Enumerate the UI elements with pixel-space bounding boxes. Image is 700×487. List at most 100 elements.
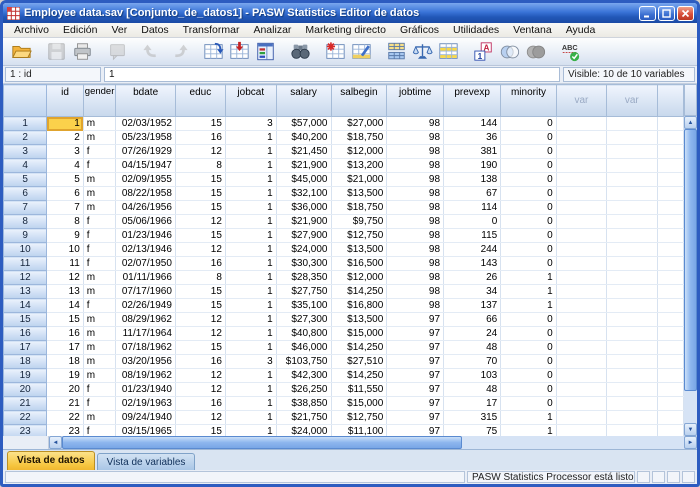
cell-salbegin-20[interactable]: $11,550 xyxy=(331,383,387,397)
tab-data-view[interactable]: Vista de datos xyxy=(7,451,95,470)
cell-var2-2[interactable] xyxy=(607,131,657,145)
scroll-down-button[interactable]: ▼ xyxy=(684,423,697,436)
cell-id-12[interactable]: 12 xyxy=(47,271,84,285)
cell-educ-4[interactable]: 8 xyxy=(175,159,225,173)
spell-check-button[interactable]: ABC xyxy=(557,40,583,64)
cell-educ-23[interactable]: 15 xyxy=(175,425,225,437)
column-header-var2[interactable]: var xyxy=(607,85,657,117)
cell-jobcat-14[interactable]: 1 xyxy=(225,299,276,313)
cell-salary-18[interactable]: $103,750 xyxy=(276,355,331,369)
column-header-bdate[interactable]: bdate xyxy=(116,85,176,117)
cell-minority-22[interactable]: 1 xyxy=(501,411,556,425)
cell-gender-2[interactable]: m xyxy=(83,131,116,145)
cell-var2-21[interactable] xyxy=(607,397,657,411)
vertical-scroll-track[interactable] xyxy=(684,391,697,423)
cell-prevexp-18[interactable]: 70 xyxy=(444,355,501,369)
cell-salary-12[interactable]: $28,350 xyxy=(276,271,331,285)
cell-id-11[interactable]: 11 xyxy=(47,257,84,271)
cell-gender-5[interactable]: m xyxy=(83,173,116,187)
cell-gender-1[interactable]: m xyxy=(83,117,116,131)
row-header[interactable]: 18 xyxy=(4,355,47,369)
row-header[interactable]: 21 xyxy=(4,397,47,411)
cell-prevexp-4[interactable]: 190 xyxy=(444,159,501,173)
cell-salary-1[interactable]: $57,000 xyxy=(276,117,331,131)
print-button[interactable] xyxy=(69,40,95,64)
column-header-minority[interactable]: minority xyxy=(501,85,556,117)
cell-salbegin-23[interactable]: $11,100 xyxy=(331,425,387,437)
cell-jobtime-17[interactable]: 97 xyxy=(387,341,444,355)
cell-gender-10[interactable]: f xyxy=(83,243,116,257)
cell-salbegin-15[interactable]: $13,500 xyxy=(331,313,387,327)
row-header[interactable]: 6 xyxy=(4,187,47,201)
cell-jobtime-8[interactable]: 98 xyxy=(387,215,444,229)
cell-gender-13[interactable]: m xyxy=(83,285,116,299)
cell-salbegin-1[interactable]: $27,000 xyxy=(331,117,387,131)
cell-jobtime-12[interactable]: 98 xyxy=(387,271,444,285)
save-button[interactable] xyxy=(43,40,69,64)
cell-var2-12[interactable] xyxy=(607,271,657,285)
cell-var2-18[interactable] xyxy=(607,355,657,369)
cell-educ-7[interactable]: 15 xyxy=(175,201,225,215)
cell-minority-10[interactable]: 0 xyxy=(501,243,556,257)
cell-salbegin-17[interactable]: $14,250 xyxy=(331,341,387,355)
vertical-scroll-thumb[interactable] xyxy=(684,129,697,391)
cell-bdate-23[interactable]: 03/15/1965 xyxy=(116,425,176,437)
scroll-up-button[interactable]: ▲ xyxy=(684,116,697,129)
cell-jobcat-9[interactable]: 1 xyxy=(225,229,276,243)
cell-educ-16[interactable]: 12 xyxy=(175,327,225,341)
cell-id-3[interactable]: 3 xyxy=(47,145,84,159)
cell-jobtime-2[interactable]: 98 xyxy=(387,131,444,145)
row-header[interactable]: 16 xyxy=(4,327,47,341)
cell-salary-13[interactable]: $27,750 xyxy=(276,285,331,299)
cell-gender-9[interactable]: f xyxy=(83,229,116,243)
cell-prevexp-3[interactable]: 381 xyxy=(444,145,501,159)
cell-salbegin-4[interactable]: $13,200 xyxy=(331,159,387,173)
cell-var2-20[interactable] xyxy=(607,383,657,397)
cell-jobcat-5[interactable]: 1 xyxy=(225,173,276,187)
cell-var1-18[interactable] xyxy=(556,355,606,369)
insert-variable-button[interactable] xyxy=(348,40,374,64)
cell-var1-20[interactable] xyxy=(556,383,606,397)
cell-salbegin-6[interactable]: $13,500 xyxy=(331,187,387,201)
cell-educ-6[interactable]: 15 xyxy=(175,187,225,201)
cell-jobcat-18[interactable]: 3 xyxy=(225,355,276,369)
cell-prevexp-19[interactable]: 103 xyxy=(444,369,501,383)
cell-jobtime-14[interactable]: 98 xyxy=(387,299,444,313)
column-header-salary[interactable]: salary xyxy=(276,85,331,117)
cell-jobcat-8[interactable]: 1 xyxy=(225,215,276,229)
cell-var2-14[interactable] xyxy=(607,299,657,313)
cell-id-17[interactable]: 17 xyxy=(47,341,84,355)
cell-id-2[interactable]: 2 xyxy=(47,131,84,145)
scroll-right-button[interactable]: ► xyxy=(684,436,697,449)
cell-educ-13[interactable]: 15 xyxy=(175,285,225,299)
row-header[interactable]: 12 xyxy=(4,271,47,285)
cell-minority-21[interactable]: 0 xyxy=(501,397,556,411)
row-header[interactable]: 3 xyxy=(4,145,47,159)
cell-var1-1[interactable] xyxy=(556,117,606,131)
cell-id-20[interactable]: 20 xyxy=(47,383,84,397)
cell-var2-1[interactable] xyxy=(607,117,657,131)
cell-minority-12[interactable]: 1 xyxy=(501,271,556,285)
cell-educ-18[interactable]: 16 xyxy=(175,355,225,369)
cell-bdate-5[interactable]: 02/09/1955 xyxy=(116,173,176,187)
cell-bdate-13[interactable]: 07/17/1960 xyxy=(116,285,176,299)
menu-transformar[interactable]: Transformar xyxy=(176,23,247,38)
cell-gender-6[interactable]: m xyxy=(83,187,116,201)
menu-edici-n[interactable]: Edición xyxy=(56,23,104,38)
cell-var1-7[interactable] xyxy=(556,201,606,215)
cell-jobcat-7[interactable]: 1 xyxy=(225,201,276,215)
redo-button[interactable] xyxy=(165,40,191,64)
cell-var1-5[interactable] xyxy=(556,173,606,187)
cell-prevexp-5[interactable]: 138 xyxy=(444,173,501,187)
cell-salbegin-16[interactable]: $15,000 xyxy=(331,327,387,341)
cell-jobcat-22[interactable]: 1 xyxy=(225,411,276,425)
cell-salbegin-7[interactable]: $18,750 xyxy=(331,201,387,215)
cell-prevexp-17[interactable]: 48 xyxy=(444,341,501,355)
undo-button[interactable] xyxy=(139,40,165,64)
vertical-scrollbar[interactable]: ▲ ▼ xyxy=(684,84,697,436)
cell-jobcat-12[interactable]: 1 xyxy=(225,271,276,285)
cell-minority-9[interactable]: 0 xyxy=(501,229,556,243)
cell-jobtime-1[interactable]: 98 xyxy=(387,117,444,131)
cell-minority-20[interactable]: 0 xyxy=(501,383,556,397)
title-bar[interactable]: Employee data.sav [Conjunto_de_datos1] -… xyxy=(3,3,697,23)
